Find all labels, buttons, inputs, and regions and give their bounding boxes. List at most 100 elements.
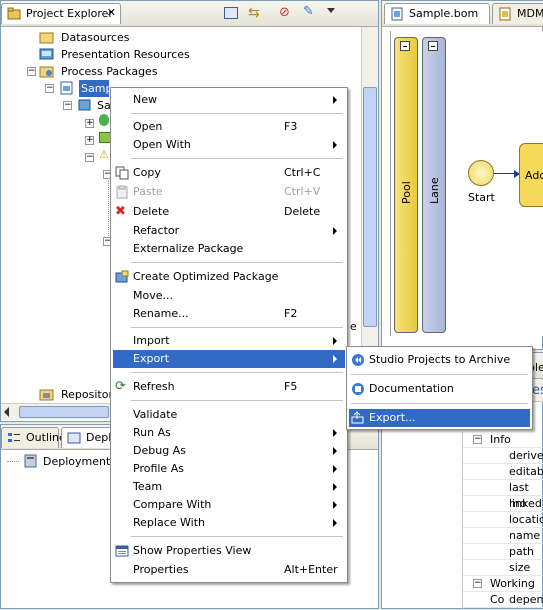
expand-icon[interactable]: + [85,119,94,128]
properties-title-text: es [532,383,543,398]
submenu-arrow-icon [333,519,337,527]
property-label: linked [509,497,542,510]
participant-icon [99,114,109,126]
diagram-canvas[interactable]: Pool Lane Start Add [390,31,543,336]
tab-mdm[interactable]: MDM M [492,3,543,24]
collapse-icon[interactable]: − [27,67,36,76]
property-row[interactable]: editable [463,464,543,480]
menu-label: Import [133,334,170,347]
minimize-icon[interactable] [224,7,238,19]
property-group-info[interactable]: − Info [463,432,543,448]
view-menu-icon[interactable] [327,8,335,13]
pool-collapse-icon[interactable] [400,41,410,51]
menu-item-open-with[interactable]: Open With [113,136,345,154]
menu-item-compare-with[interactable]: Compare With [113,496,345,514]
property-row[interactable]: last mo [463,480,543,510]
menu-item-copy[interactable]: Copy Ctrl+C [113,164,345,182]
pool-header[interactable]: Pool [394,37,418,333]
menu-item-externalize-package[interactable]: Externalize Package [113,240,345,258]
warning-icon: ⚠ [99,148,109,161]
menu-label: Open [133,120,163,133]
expand-icon[interactable]: + [85,136,94,145]
menu-label: Copy [133,166,161,179]
pin-icon[interactable]: ✎ [303,4,314,19]
property-group-working-copy[interactable]: − Working Co [463,576,543,606]
start-event[interactable] [468,160,494,186]
lane-header[interactable]: Lane [422,37,446,333]
menu-item-profile-as[interactable]: Profile As [113,460,345,478]
menu-shortcut: Ctrl+V [284,185,321,198]
collapse-icon[interactable]: − [45,84,54,93]
menu-label: Properties [133,563,189,576]
mdm-file-icon [498,7,512,21]
menu-item-validate[interactable]: Validate [113,406,345,424]
menu-item-replace-with[interactable]: Replace With [113,514,345,532]
tab-sample-bom[interactable]: Sample.bom [384,3,490,24]
menu-item-documentation[interactable]: Documentation [349,380,530,398]
menu-item-show-properties-view[interactable]: Show Properties View [113,542,345,560]
submenu-arrow-icon [333,501,337,509]
menu-label: Validate [133,408,178,421]
menu-item-new[interactable]: New [113,91,345,109]
scrollbar-thumb[interactable] [19,406,109,418]
menu-item-delete[interactable]: ✖ Delete Delete [113,203,345,221]
explorer-tabbar: Project Explorer ✕ ⇆ ⊘ ✎ [1,1,378,27]
scroll-left-icon[interactable] [4,407,9,417]
menu-item-run-as[interactable]: Run As [113,424,345,442]
menu-item-import[interactable]: Import [113,332,345,350]
property-row[interactable]: name [463,528,543,544]
menu-item-create-optimized-package[interactable]: Create Optimized Package [113,268,345,286]
menu-item-refactor[interactable]: Refactor [113,222,345,240]
tab-project-explorer[interactable]: Project Explorer ✕ [1,3,121,24]
submenu-arrow-icon [333,355,337,363]
lane-collapse-icon[interactable] [428,41,438,51]
menu-item-paste[interactable]: Paste Ctrl+V [113,183,345,201]
collapse-icon[interactable]: − [63,101,72,110]
menu-label: Rename... [133,307,189,320]
tab-label: Outline [26,431,66,444]
submenu-arrow-icon [333,483,337,491]
collapse-icon[interactable]: − [473,579,482,588]
property-label: name [509,529,541,542]
collapse-icon[interactable]: − [473,435,482,444]
menu-shortcut: F5 [284,380,298,393]
link-editor-icon[interactable]: ⇆ [248,5,260,21]
menu-separator [131,372,343,373]
scrollbar-thumb[interactable] [363,87,377,327]
property-row[interactable]: path [463,544,543,560]
menu-separator [131,113,343,114]
refresh-icon: ⟳ [115,379,126,394]
property-row[interactable]: linked [463,496,543,512]
xpdl-file-icon [59,81,75,95]
submenu-arrow-icon [333,447,337,455]
menu-item-studio-projects-to-archive[interactable]: Studio Projects to Archive [349,351,530,369]
menu-item-export[interactable]: Export [113,350,345,368]
menu-item-team[interactable]: Team [113,478,345,496]
menu-item-rename[interactable]: Rename... F2 [113,305,345,323]
menu-item-open[interactable]: Open F3 [113,118,345,136]
menu-item-export-wizard[interactable]: Export... [349,409,530,427]
collapse-icon[interactable]: − [85,153,94,162]
menu-item-debug-as[interactable]: Debug As [113,442,345,460]
menu-item-properties[interactable]: Properties Alt+Enter [113,561,345,579]
property-row[interactable]: derived [463,448,543,464]
menu-label: Delete [133,205,170,218]
property-label: size [509,561,531,574]
task-activity[interactable]: Add [519,143,543,207]
server-icon [23,454,39,468]
menu-shortcut: Alt+Enter [284,563,338,576]
close-icon[interactable]: ✕ [107,6,116,19]
menu-separator [131,327,343,328]
task-label: Add [525,169,543,182]
menu-label: Run As [133,426,171,439]
menu-item-refresh[interactable]: ⟳ Refresh F5 [113,378,345,396]
filter-icon[interactable]: ⊘ [279,5,290,20]
property-row[interactable]: size [463,560,543,576]
menu-separator [131,536,343,537]
project-explorer-icon [7,7,21,21]
property-row[interactable]: location [463,512,543,528]
property-row[interactable]: depend [463,592,543,608]
tab-outline[interactable]: Outline [1,427,66,448]
menu-item-move[interactable]: Move... [113,287,345,305]
lane-label: Lane [428,177,441,204]
